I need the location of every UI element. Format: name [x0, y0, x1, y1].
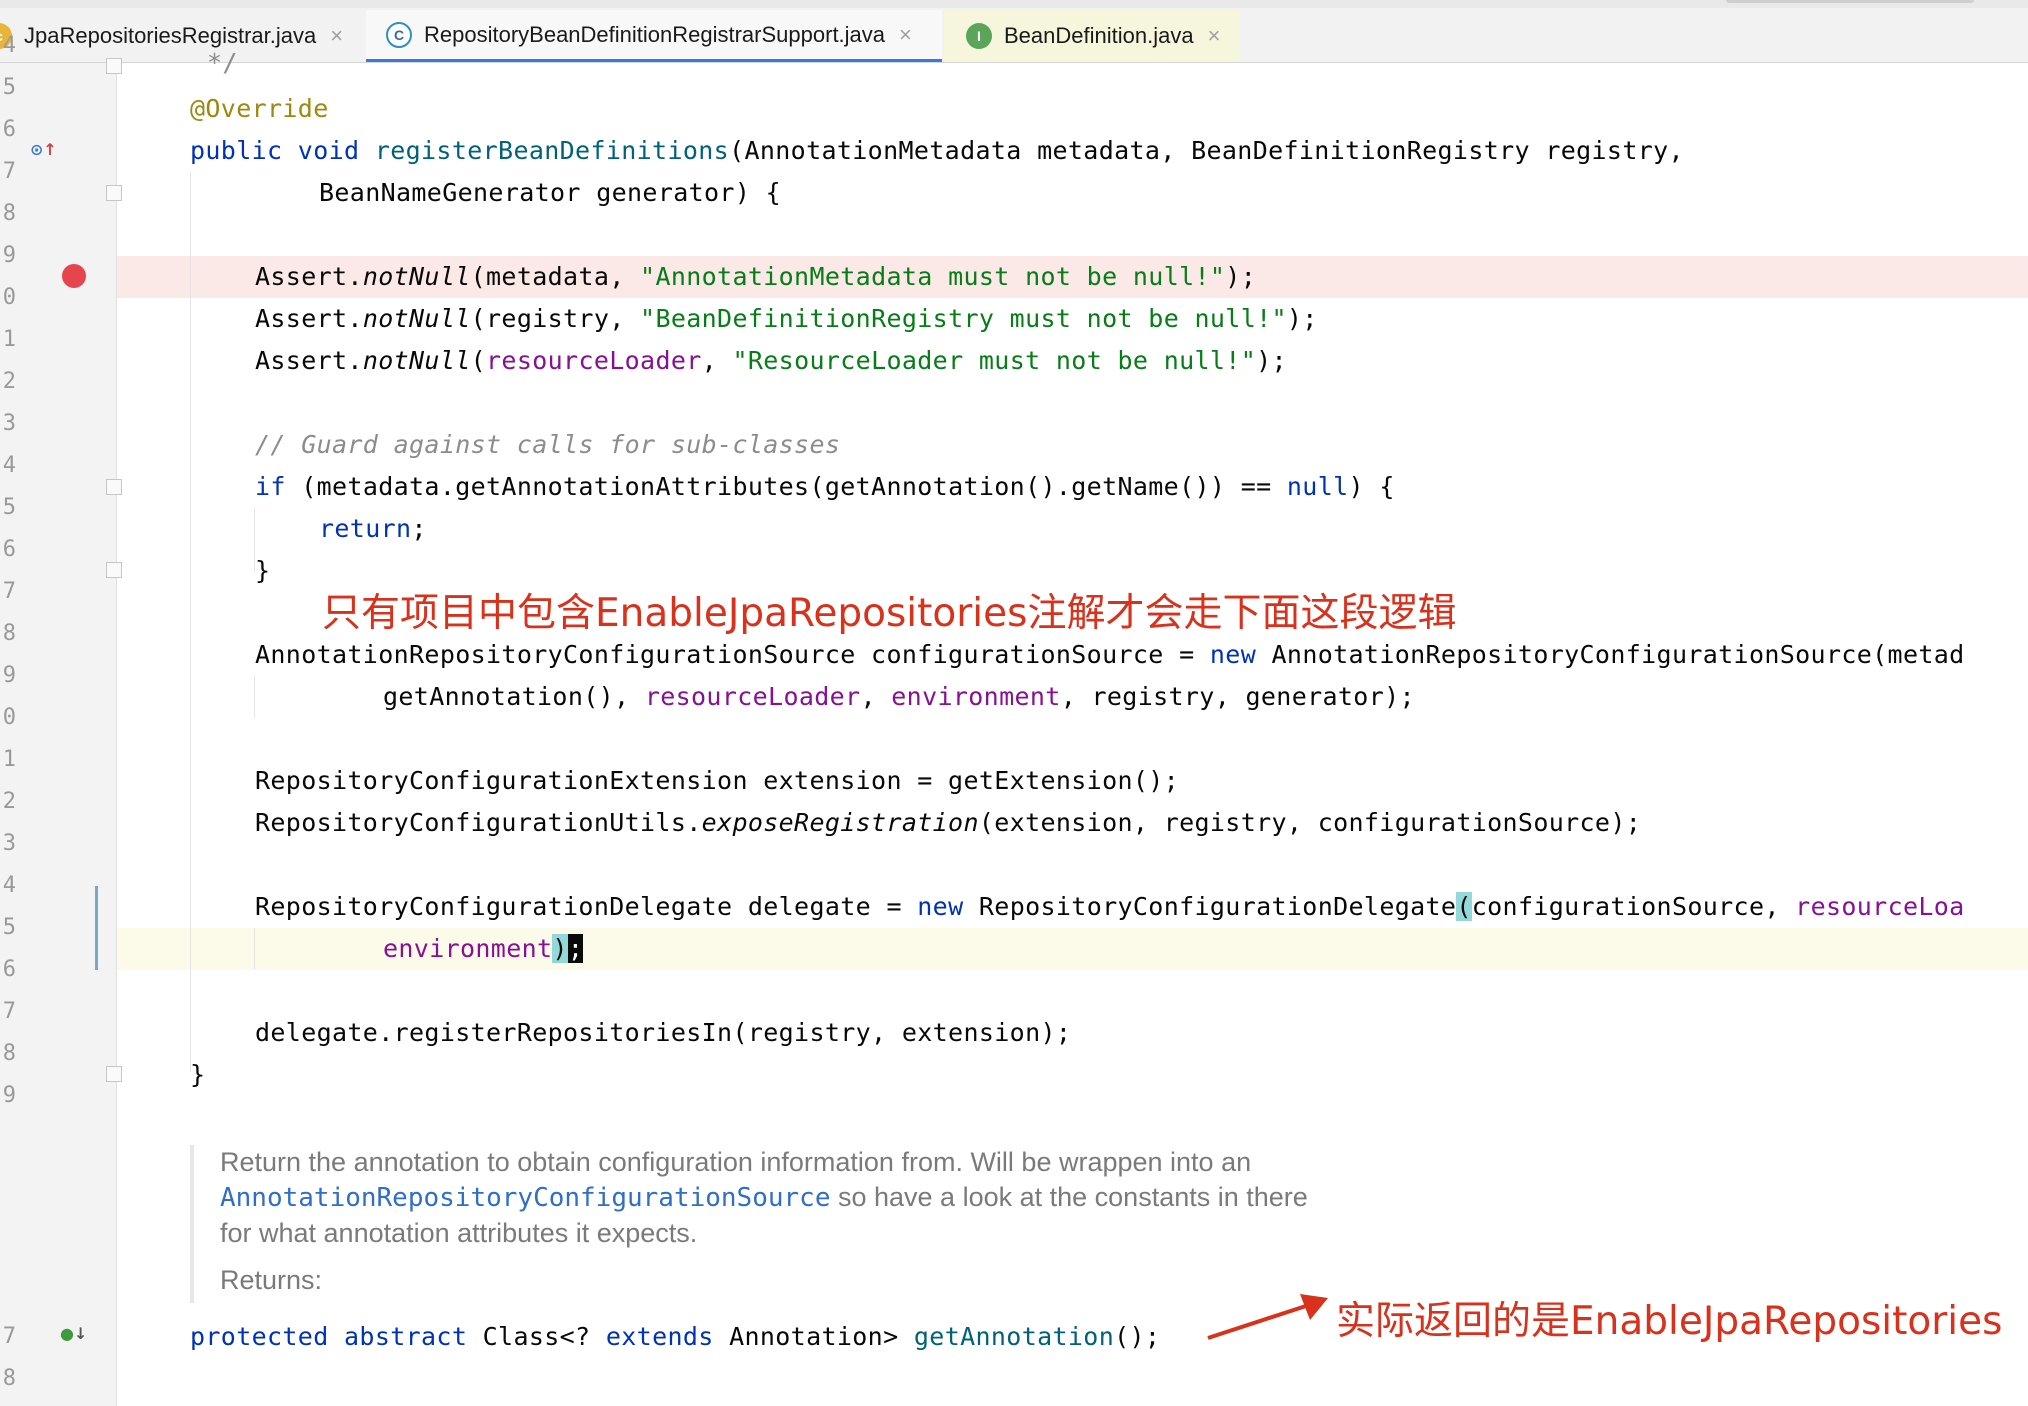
rendered-javadoc: Return the annotation to obtain configur…: [190, 1145, 1490, 1303]
code-line[interactable]: @Override: [190, 88, 2028, 130]
code-line[interactable]: RepositoryConfigurationExtension extensi…: [255, 760, 2028, 802]
implementation-marker-icon[interactable]: ⊙↑: [30, 140, 57, 159]
code-line[interactable]: getAnnotation(), resourceLoader, environ…: [383, 676, 2028, 718]
line-number: 8: [2, 1366, 16, 1391]
line-number: 3: [2, 411, 16, 436]
doc-returns-label: Returns:: [220, 1265, 323, 1295]
line-number: 6: [2, 537, 16, 562]
doc-link[interactable]: AnnotationRepositoryConfigurationSource: [220, 1183, 830, 1213]
annotation-arrow: [1207, 1294, 1328, 1340]
doc-text: AnnotationRepositoryConfigurationSource …: [220, 1182, 1308, 1213]
code-line[interactable]: BeanNameGenerator generator) {: [319, 172, 2028, 214]
doc-text: Return the annotation to obtain configur…: [220, 1147, 1252, 1177]
line-number: 8: [2, 201, 16, 226]
fold-icon[interactable]: [106, 1066, 122, 1082]
code-line[interactable]: delegate.registerRepositoriesIn(registry…: [255, 1012, 2028, 1054]
line-number: 2: [2, 789, 16, 814]
line-number: 7: [2, 579, 16, 604]
line-number: 5: [2, 495, 16, 520]
line-number: 2: [2, 369, 16, 394]
line-number: 1: [2, 327, 16, 352]
line-number: 4: [2, 873, 16, 898]
text-caret: ;: [567, 934, 584, 963]
code-line[interactable]: RepositoryConfigurationUtils.exposeRegis…: [255, 802, 2028, 844]
indent-guide: [190, 172, 191, 1072]
line-number: 9: [2, 1083, 16, 1108]
line-number: 8: [2, 1041, 16, 1066]
indent-guide: [254, 676, 255, 718]
line-number: 1: [2, 747, 16, 772]
line-number: 5: [2, 915, 16, 940]
title-strip: [0, 0, 2028, 8]
breakpoint-icon[interactable]: [62, 264, 86, 288]
doc-text: for what annotation attributes it expect…: [220, 1218, 698, 1248]
annotation-note-return: 实际返回的是EnableJpaRepositories: [1336, 1299, 2003, 1344]
editor-gutter[interactable]: 4 5 6 7 8 9 0 1 2 3 4 5 6 7 8 9 0 1 2 3 4 5 6 7 8 9 7 8: [0, 33, 117, 1406]
line-number: 7: [2, 1324, 16, 1349]
line-number: 8: [2, 621, 16, 646]
line-number: 4: [2, 453, 16, 478]
code-line[interactable]: environment);: [383, 928, 2028, 970]
annotation-note-logic: 只有项目中包含EnableJpaRepositories注解才会走下面这段逻辑: [322, 591, 1457, 636]
line-number: 5: [2, 75, 16, 100]
line-number: 3: [2, 831, 16, 856]
line-number: 6: [2, 957, 16, 982]
line-number: 7: [2, 999, 16, 1024]
code-line[interactable]: Assert.notNull(registry, "BeanDefinition…: [255, 298, 2028, 340]
line-number: 6: [2, 117, 16, 142]
line-number: 0: [2, 285, 16, 310]
code-line[interactable]: if (metadata.getAnnotationAttributes(get…: [255, 466, 2028, 508]
code-line[interactable]: */: [207, 42, 2028, 84]
fold-icon[interactable]: [106, 479, 122, 495]
code-line[interactable]: public void registerBeanDefinitions(Anno…: [190, 130, 2028, 172]
line-number: 0: [2, 705, 16, 730]
fold-icon[interactable]: [106, 58, 122, 74]
code-line[interactable]: }: [190, 1054, 2028, 1096]
code-line[interactable]: return;: [319, 508, 2028, 550]
indent-guide: [254, 928, 255, 970]
vcs-change-marker: [95, 886, 98, 970]
line-number: 9: [2, 243, 16, 268]
code-line[interactable]: RepositoryConfigurationDelegate delegate…: [255, 886, 2028, 928]
line-number: 7: [2, 159, 16, 184]
fold-icon[interactable]: [106, 562, 122, 578]
line-number: 9: [2, 663, 16, 688]
code-line[interactable]: Assert.notNull(metadata, "AnnotationMeta…: [255, 256, 2028, 298]
fold-icon[interactable]: [106, 185, 122, 201]
line-number: 4: [2, 33, 16, 58]
search-box-edge: [1726, 0, 1974, 3]
code-line[interactable]: AnnotationRepositoryConfigurationSource …: [255, 634, 2028, 676]
code-line[interactable]: Assert.notNull(resourceLoader, "Resource…: [255, 340, 2028, 382]
code-line[interactable]: // Guard against calls for sub-classes: [255, 424, 2028, 466]
overridden-marker-icon[interactable]: ●↓: [60, 1324, 87, 1343]
